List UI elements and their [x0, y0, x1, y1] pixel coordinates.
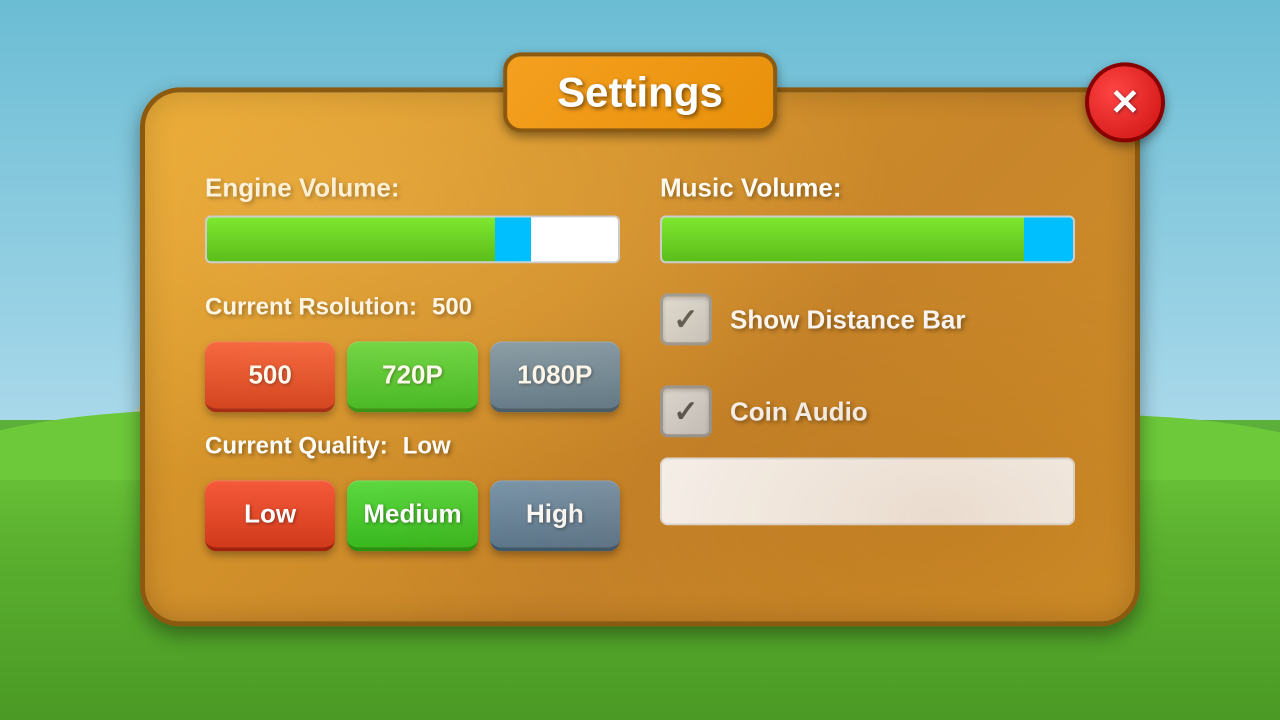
dialog-panel: Settings ✕ Engine Volume: Curren — [140, 87, 1140, 626]
coin-checkmark-icon: ✓ — [673, 394, 698, 429]
engine-volume-slider[interactable] — [205, 215, 620, 263]
checkmark-icon: ✓ — [673, 302, 698, 337]
coin-audio-label: Coin Audio — [730, 396, 868, 427]
show-distance-bar-row: ✓ Show Distance Bar — [660, 293, 1075, 345]
show-distance-bar-checkbox[interactable]: ✓ — [660, 293, 712, 345]
settings-content: Engine Volume: Current Rsolution: 500 50… — [205, 172, 1075, 571]
resolution-500-button[interactable]: 500 — [205, 341, 335, 412]
settings-dialog: Settings ✕ Engine Volume: Curren — [140, 87, 1140, 667]
engine-volume-fill — [207, 217, 495, 261]
resolution-1080p-button[interactable]: 1080P — [490, 341, 620, 412]
left-column: Engine Volume: Current Rsolution: 500 50… — [205, 172, 620, 571]
quality-value: Low — [403, 432, 451, 460]
music-volume-fill — [662, 217, 1024, 261]
resolution-buttons: 500 720P 1080P — [205, 341, 620, 412]
music-volume-section: Music Volume: — [660, 172, 1075, 263]
resolution-label: Current Rsolution: — [205, 293, 417, 321]
dialog-title: Settings — [557, 68, 723, 115]
coin-audio-row: ✓ Coin Audio — [660, 385, 1075, 437]
quality-current-row: Current Quality: Low — [205, 432, 620, 460]
quality-medium-button[interactable]: Medium — [347, 480, 477, 551]
close-button[interactable]: ✕ — [1085, 62, 1165, 142]
resolution-current-row: Current Rsolution: 500 — [205, 293, 620, 321]
music-volume-label: Music Volume: — [660, 172, 1075, 203]
engine-volume-section: Engine Volume: — [205, 172, 620, 263]
music-volume-slider[interactable] — [660, 215, 1075, 263]
show-distance-bar-label: Show Distance Bar — [730, 304, 966, 335]
music-volume-handle[interactable] — [1024, 217, 1074, 261]
engine-volume-handle[interactable] — [495, 217, 531, 261]
quality-low-button[interactable]: Low — [205, 480, 335, 551]
quality-label: Current Quality: — [205, 432, 388, 460]
close-icon: ✕ — [1110, 81, 1140, 123]
title-banner: Settings — [503, 52, 777, 132]
quality-buttons: Low Medium High — [205, 480, 620, 551]
engine-volume-label: Engine Volume: — [205, 172, 620, 203]
extra-white-box — [660, 457, 1075, 525]
coin-audio-checkbox[interactable]: ✓ — [660, 385, 712, 437]
right-column: Music Volume: ✓ Show Distance Bar — [660, 172, 1075, 571]
resolution-720p-button[interactable]: 720P — [347, 341, 477, 412]
resolution-value: 500 — [432, 293, 472, 321]
quality-high-button[interactable]: High — [490, 480, 620, 551]
